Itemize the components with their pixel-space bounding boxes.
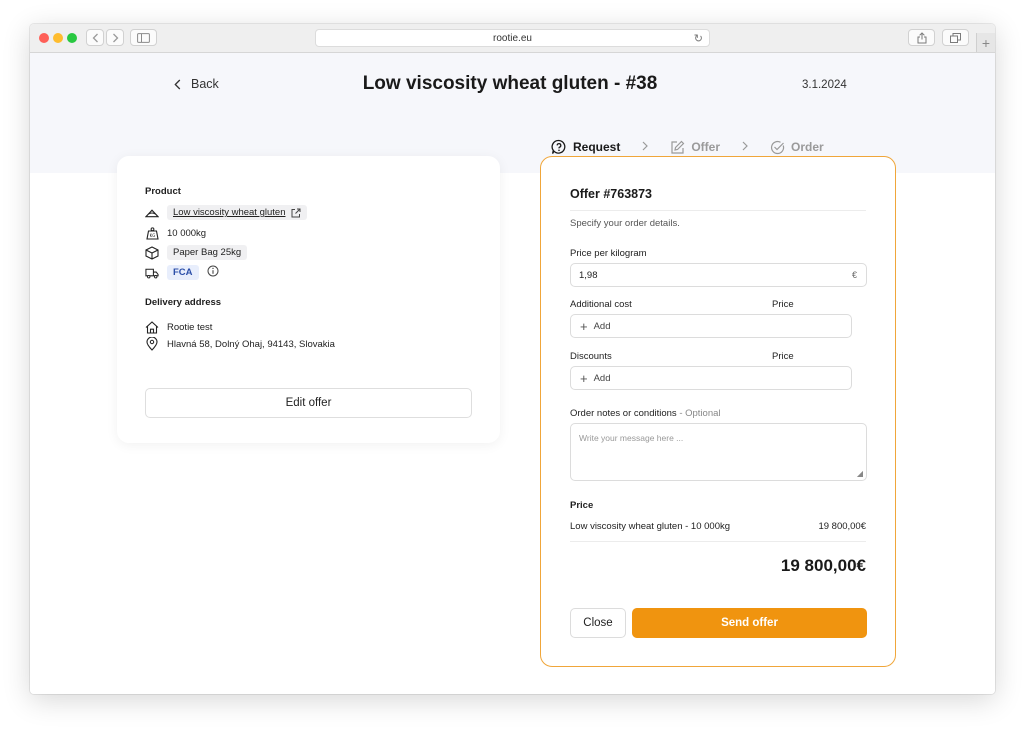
delivery-address-row: Hlavná 58, Dolný Ohaj, 94143, Slovakia	[145, 337, 335, 351]
step-request-label: Request	[573, 140, 621, 154]
notes-label: Order notes or conditions - Optional	[570, 408, 721, 419]
request-date: 3.1.2024	[802, 79, 847, 91]
delivery-name: Rootie test	[167, 321, 213, 333]
quantity-row: KG 10 000kg	[145, 226, 206, 240]
notes-placeholder: Write your message here ...	[579, 433, 684, 443]
total-price: 19 800,00€	[780, 556, 866, 575]
package-icon	[145, 245, 159, 260]
currency-symbol: €	[851, 270, 857, 280]
tabs-icon	[950, 32, 961, 43]
discounts-price-label: Price	[772, 351, 794, 362]
send-offer-button[interactable]: Send offer	[632, 608, 867, 638]
address-bar[interactable]: rootie.eu ↻	[315, 29, 710, 47]
chevron-left-icon	[92, 33, 98, 42]
new-tab-button[interactable]: +	[976, 33, 995, 52]
external-link-icon	[291, 208, 301, 217]
question-bubble-icon	[551, 139, 566, 154]
line-item-value: 19 800,00€	[818, 521, 866, 532]
plus-icon: +	[580, 318, 588, 334]
step-offer[interactable]: Offer	[670, 140, 720, 155]
product-name-row: Low viscosity wheat gluten	[145, 205, 308, 220]
line-item-label: Low viscosity wheat gluten - 10 000kg	[570, 521, 731, 532]
sidebar-icon	[137, 32, 150, 43]
product-name: Low viscosity wheat gluten	[173, 207, 286, 218]
progress-stepper: Request Offer Order	[551, 139, 824, 155]
close-button[interactable]: Close	[570, 608, 626, 638]
add-label: Add	[593, 372, 611, 384]
product-section-label: Product	[145, 186, 181, 197]
add-additional-cost-button[interactable]: + Add	[570, 314, 852, 338]
step-offer-label: Offer	[691, 140, 721, 154]
browser-window: rootie.eu ↻ + Back Low viscosity wheat g…	[30, 24, 995, 694]
step-request[interactable]: Request	[551, 139, 620, 155]
add-label: Add	[593, 320, 611, 332]
reload-icon[interactable]: ↻	[694, 32, 703, 45]
offer-form-card: Offer #763873 Specify your order details…	[540, 156, 896, 667]
back-link[interactable]: Back	[174, 77, 219, 91]
quantity-value: 10 000kg	[167, 227, 207, 239]
product-link[interactable]: Low viscosity wheat gluten	[167, 205, 308, 220]
browser-toolbar: rootie.eu ↻ +	[30, 24, 995, 53]
header-band	[30, 53, 995, 173]
minimize-window-button[interactable]	[53, 33, 63, 43]
add-discount-button[interactable]: + Add	[570, 366, 852, 390]
zoom-window-button[interactable]	[67, 33, 77, 43]
plus-icon: +	[580, 370, 588, 386]
delivery-section-label: Delivery address	[145, 297, 222, 308]
chevron-right-icon	[112, 33, 118, 42]
packaging-chip: Paper Bag 25kg	[167, 245, 248, 260]
browser-back-button[interactable]	[86, 29, 104, 46]
price-per-kg-value: 1,98	[579, 269, 598, 281]
page-content: Back Low viscosity wheat gluten - #38 3.…	[30, 53, 995, 694]
grain-icon	[145, 206, 159, 220]
additional-cost-label: Additional cost	[570, 299, 632, 310]
edit-icon	[671, 140, 685, 154]
edit-offer-button[interactable]: Edit offer	[145, 388, 472, 418]
home-icon	[145, 320, 159, 334]
share-icon	[917, 31, 926, 43]
check-circle-icon	[771, 140, 785, 154]
delivery-address: Hlavná 58, Dolný Ohaj, 94143, Slovakia	[167, 338, 335, 350]
offer-title: Offer #763873	[570, 187, 653, 201]
svg-text:KG: KG	[149, 233, 155, 238]
delivery-name-row: Rootie test	[145, 320, 212, 334]
notes-label-text: Order notes or conditions	[570, 408, 677, 419]
browser-forward-button[interactable]	[106, 29, 124, 46]
page-title: Low viscosity wheat gluten - #38	[362, 73, 658, 94]
packaging-row: Paper Bag 25kg	[145, 245, 248, 260]
discounts-label: Discounts	[570, 351, 612, 362]
info-icon[interactable]	[207, 265, 219, 280]
notes-optional: Optional	[685, 408, 721, 419]
tabs-overview-button[interactable]	[942, 29, 969, 46]
share-button[interactable]	[908, 29, 935, 46]
chevron-right-icon	[642, 140, 649, 154]
location-pin-icon	[145, 337, 159, 351]
back-label: Back	[191, 77, 219, 91]
step-order[interactable]: Order	[770, 140, 824, 155]
price-per-kg-label: Price per kilogram	[570, 248, 647, 259]
step-order-label: Order	[791, 140, 824, 154]
additional-cost-price-label: Price	[772, 299, 794, 310]
notes-textarea[interactable]: Write your message here ... ◢	[570, 423, 867, 481]
divider	[570, 210, 866, 211]
price-per-kg-input[interactable]: 1,98 €	[570, 263, 867, 287]
sidebar-toggle-button[interactable]	[130, 29, 157, 46]
chevron-right-icon	[742, 140, 748, 154]
divider	[570, 541, 866, 542]
resize-handle-icon[interactable]: ◢	[857, 469, 863, 478]
incoterm-chip: FCA	[167, 265, 199, 280]
request-summary-card: Product Low viscosity wheat gluten KG 10…	[117, 156, 500, 443]
weight-icon: KG	[145, 226, 159, 240]
chevron-left-icon	[174, 79, 181, 89]
incoterm-row: FCA	[145, 265, 219, 280]
url-text: rootie.eu	[493, 32, 532, 44]
offer-subtitle: Specify your order details.	[570, 218, 680, 229]
close-window-button[interactable]	[39, 33, 49, 43]
truck-icon	[145, 266, 159, 280]
price-section-label: Price	[570, 500, 594, 511]
